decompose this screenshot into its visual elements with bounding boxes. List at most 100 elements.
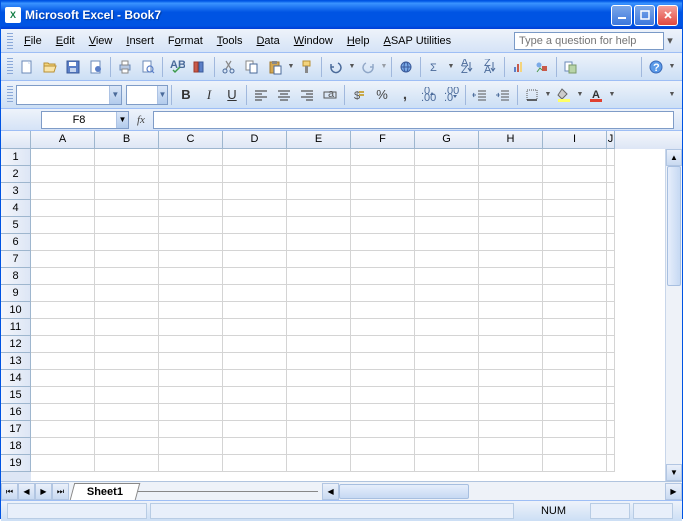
cell[interactable] <box>479 285 543 302</box>
cell[interactable] <box>479 251 543 268</box>
cell[interactable] <box>479 200 543 217</box>
cell[interactable] <box>95 370 159 387</box>
cell[interactable] <box>607 421 615 438</box>
cell[interactable] <box>159 370 223 387</box>
col-header[interactable]: D <box>223 131 287 149</box>
col-header[interactable]: B <box>95 131 159 149</box>
cell[interactable] <box>223 302 287 319</box>
cell[interactable] <box>223 183 287 200</box>
cell[interactable] <box>543 353 607 370</box>
copy-button[interactable] <box>241 56 263 78</box>
cell[interactable] <box>159 302 223 319</box>
cell[interactable] <box>479 302 543 319</box>
hyperlink-button[interactable] <box>395 56 417 78</box>
cell[interactable] <box>159 353 223 370</box>
spelling-button[interactable]: ABC <box>166 56 188 78</box>
cell[interactable] <box>479 166 543 183</box>
cell[interactable] <box>607 302 615 319</box>
cell[interactable] <box>607 455 615 472</box>
cell[interactable] <box>159 166 223 183</box>
vscroll-thumb[interactable] <box>667 166 681 286</box>
cell[interactable] <box>607 183 615 200</box>
row-header[interactable]: 17 <box>1 421 31 438</box>
cell[interactable] <box>31 268 95 285</box>
row-header[interactable]: 5 <box>1 217 31 234</box>
cell[interactable] <box>415 285 479 302</box>
cell[interactable] <box>223 149 287 166</box>
cell[interactable] <box>31 217 95 234</box>
cell[interactable] <box>159 234 223 251</box>
cell[interactable] <box>543 268 607 285</box>
cell[interactable] <box>415 251 479 268</box>
cell[interactable] <box>415 149 479 166</box>
cell[interactable] <box>287 336 351 353</box>
cell[interactable] <box>607 251 615 268</box>
sheet-tab[interactable]: Sheet1 <box>70 483 141 500</box>
font-input[interactable] <box>17 86 109 104</box>
cell[interactable] <box>351 336 415 353</box>
autosum-dropdown[interactable]: ▼ <box>447 63 455 70</box>
cell[interactable] <box>31 302 95 319</box>
col-header[interactable]: F <box>351 131 415 149</box>
cell[interactable] <box>543 438 607 455</box>
col-header[interactable]: H <box>479 131 543 149</box>
cell[interactable] <box>95 268 159 285</box>
fx-label[interactable]: fx <box>137 114 145 126</box>
toolbar-grip[interactable] <box>7 58 13 76</box>
cell[interactable] <box>607 234 615 251</box>
cell[interactable] <box>159 200 223 217</box>
col-header[interactable]: G <box>415 131 479 149</box>
cell[interactable] <box>159 387 223 404</box>
percent-button[interactable]: % <box>371 84 393 106</box>
font-dropdown-icon[interactable]: ▼ <box>109 86 121 104</box>
cell[interactable] <box>31 438 95 455</box>
cell[interactable] <box>415 183 479 200</box>
cell[interactable] <box>223 234 287 251</box>
save-button[interactable] <box>62 56 84 78</box>
cell[interactable] <box>95 217 159 234</box>
cell[interactable] <box>95 200 159 217</box>
merge-center-button[interactable]: a <box>319 84 341 106</box>
cell[interactable] <box>31 234 95 251</box>
cell[interactable] <box>607 166 615 183</box>
tab-nav-last[interactable]: ⏭ <box>52 483 69 500</box>
row-header[interactable]: 3 <box>1 183 31 200</box>
fmt-toolbar-options[interactable]: ▼ <box>668 91 676 98</box>
cell[interactable] <box>95 404 159 421</box>
cell[interactable] <box>287 421 351 438</box>
cell[interactable] <box>543 285 607 302</box>
currency-button[interactable]: $ <box>348 84 370 106</box>
cell[interactable] <box>351 404 415 421</box>
cell[interactable] <box>543 183 607 200</box>
cell[interactable] <box>415 353 479 370</box>
help-button[interactable]: ? <box>645 56 667 78</box>
cell[interactable] <box>479 404 543 421</box>
row-header[interactable]: 13 <box>1 353 31 370</box>
row-header[interactable]: 16 <box>1 404 31 421</box>
cell[interactable] <box>223 166 287 183</box>
cell[interactable] <box>607 268 615 285</box>
cell[interactable] <box>351 183 415 200</box>
scroll-right-button[interactable]: ▶ <box>665 483 682 500</box>
cell[interactable] <box>223 455 287 472</box>
cell[interactable] <box>479 421 543 438</box>
col-header[interactable]: A <box>31 131 95 149</box>
cell[interactable] <box>223 421 287 438</box>
cell[interactable] <box>287 387 351 404</box>
menu-edit[interactable]: Edit <box>49 32 82 50</box>
scroll-down-button[interactable]: ▼ <box>666 464 682 481</box>
cell[interactable] <box>351 251 415 268</box>
cell[interactable] <box>287 438 351 455</box>
cell[interactable] <box>543 166 607 183</box>
cell[interactable] <box>351 319 415 336</box>
cell[interactable] <box>31 455 95 472</box>
cell[interactable] <box>95 336 159 353</box>
borders-button[interactable] <box>521 84 543 106</box>
cell[interactable] <box>543 421 607 438</box>
cell[interactable] <box>159 285 223 302</box>
cell[interactable] <box>479 438 543 455</box>
cell[interactable] <box>287 404 351 421</box>
cell[interactable] <box>351 234 415 251</box>
select-all-corner[interactable] <box>1 131 31 149</box>
italic-button[interactable]: I <box>198 84 220 106</box>
